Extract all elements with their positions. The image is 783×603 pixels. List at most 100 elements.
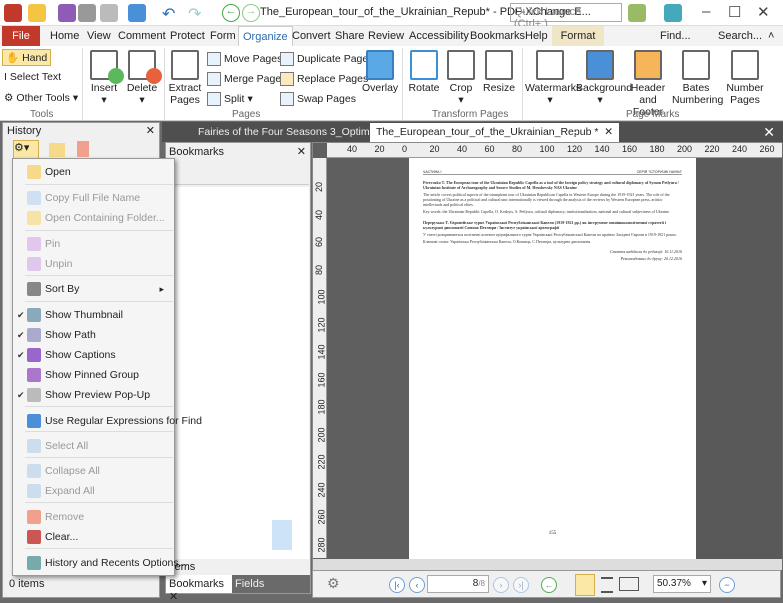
single-page-view-button[interactable] — [575, 574, 595, 596]
tab-accessibility[interactable]: Accessibility — [405, 26, 473, 46]
zoom-select[interactable]: 50.37% ▾ — [653, 575, 711, 593]
first-page-button[interactable]: |‹ — [389, 577, 405, 593]
ruler-tick-label: 200 — [317, 427, 327, 442]
delete-button[interactable]: Delete▾ — [124, 50, 160, 106]
email-icon[interactable] — [100, 4, 118, 22]
forward-icon[interactable]: → — [242, 4, 260, 22]
tab-format[interactable]: Format — [552, 26, 604, 46]
tab-organize[interactable]: Organize — [238, 26, 293, 46]
search-button[interactable]: Search... — [702, 26, 766, 46]
tab-form[interactable]: Form — [206, 26, 240, 46]
next-page-button[interactable]: › — [493, 577, 509, 593]
tab-share[interactable]: Share — [331, 26, 368, 46]
save-icon[interactable] — [58, 4, 76, 22]
previous-view-button[interactable]: ← — [541, 577, 557, 593]
menu-item-show-thumbnail[interactable]: ✔Show Thumbnail — [13, 305, 174, 325]
merge-pages-label: Merge Pages — [224, 73, 286, 85]
find-button[interactable]: Find... — [656, 26, 695, 46]
menu-item-icon — [27, 414, 41, 428]
replace-pages-button[interactable]: Replace Pages — [280, 72, 368, 86]
background-button[interactable]: Background▾ — [576, 50, 624, 106]
menu-item-show-path[interactable]: ✔Show Path — [13, 325, 174, 345]
menu-item-icon — [27, 388, 41, 402]
resize-button[interactable]: Resize — [483, 50, 515, 94]
tab-bookmarks[interactable]: Bookmarks — [466, 26, 529, 46]
tab-review[interactable]: Review — [364, 26, 408, 46]
menu-separator — [25, 548, 173, 549]
facing-view-button[interactable] — [619, 577, 639, 591]
move-pages-button[interactable]: Move Pages — [207, 52, 282, 66]
menu-item-collapse-all[interactable]: Collapse All — [13, 461, 174, 481]
tab-file[interactable]: File — [2, 26, 40, 46]
new-tab-icon[interactable]: + — [564, 123, 584, 142]
tab-convert[interactable]: Convert — [288, 26, 335, 46]
open-folder-icon[interactable] — [28, 4, 46, 22]
tab-fields-panel[interactable]: Fields — [232, 575, 310, 593]
ui-options-icon[interactable] — [628, 4, 646, 22]
menu-item-use-regular-expressions-for-find[interactable]: Use Regular Expressions for Find — [13, 411, 174, 431]
menu-item-icon — [27, 368, 41, 382]
close-window-button[interactable]: ✕ — [757, 3, 770, 21]
page-number-input[interactable]: 8/8 — [427, 575, 489, 593]
tab-bookmarks-panel[interactable]: Bookmarks ✕ — [166, 575, 232, 593]
menu-item-show-captions[interactable]: ✔Show Captions — [13, 345, 174, 365]
previous-page-button[interactable]: ‹ — [409, 577, 425, 593]
bates-numbering-button[interactable]: Bates Numbering — [672, 50, 720, 106]
header-footer-button[interactable]: Header and Footer — [624, 50, 672, 118]
horizontal-scrollbar[interactable] — [313, 559, 782, 570]
document-viewer[interactable]: 4020020406080100120140160180200220240260… — [312, 142, 781, 570]
history-options-button[interactable]: ⚙▾ — [13, 140, 39, 160]
quick-launch-input[interactable]: Quick Launch (Ctrl+.) — [510, 3, 622, 22]
menu-item-icon — [27, 328, 41, 342]
redo-icon[interactable]: ↷ — [188, 4, 206, 22]
gear-icon[interactable]: ⚙ — [327, 575, 340, 592]
menu-item-unpin[interactable]: Unpin — [13, 254, 174, 274]
crop-button[interactable]: Crop▾ — [446, 50, 476, 106]
close-document-icon[interactable]: ✕ — [757, 123, 781, 142]
menu-item-history-and-recents-options[interactable]: History and Recents Options... — [13, 553, 174, 573]
number-pages-button[interactable]: Number Pages — [724, 50, 766, 106]
minimize-button[interactable]: – — [702, 3, 710, 20]
split-button[interactable]: Split ▾ — [207, 92, 253, 106]
insert-button[interactable]: Insert▾ — [87, 50, 121, 106]
menu-item-select-all[interactable]: Select All — [13, 436, 174, 456]
menu-item-clear[interactable]: Clear... — [13, 527, 174, 547]
close-history-icon[interactable]: ✕ — [146, 124, 155, 137]
menu-item-sort-by[interactable]: Sort By▸ — [13, 279, 174, 299]
tab-home[interactable]: Home — [46, 26, 83, 46]
menu-item-open-containing-folder[interactable]: Open Containing Folder... — [13, 208, 174, 228]
overlay-button[interactable]: Overlay — [362, 50, 398, 94]
maximize-button[interactable]: ☐ — [728, 3, 741, 21]
menu-item-pin[interactable]: Pin — [13, 234, 174, 254]
hand-tool-button[interactable]: ✋Hand — [2, 49, 51, 66]
print-icon[interactable] — [78, 4, 96, 22]
continuous-view-button[interactable] — [601, 577, 613, 593]
last-page-button[interactable]: ›| — [513, 577, 529, 593]
zoom-out-button[interactable]: − — [719, 577, 735, 593]
menu-item-expand-all[interactable]: Expand All — [13, 481, 174, 501]
duplicate-pages-button[interactable]: Duplicate Pages — [280, 52, 373, 66]
back-icon[interactable]: ← — [222, 4, 240, 22]
undo-icon[interactable]: ↶ — [162, 4, 180, 22]
menu-item-open[interactable]: Open — [13, 162, 174, 182]
swap-pages-button[interactable]: Swap Pages — [280, 92, 356, 106]
menu-item-remove[interactable]: Remove — [13, 507, 174, 527]
menu-item-show-preview-pop-up[interactable]: ✔Show Preview Pop-Up — [13, 385, 174, 405]
other-tools-button[interactable]: ⚙Other Tools ▾ — [4, 92, 78, 104]
merge-pages-button[interactable]: Merge Pages — [207, 72, 286, 86]
close-bookmarks-icon[interactable]: ✕ — [297, 145, 306, 158]
watermarks-button[interactable]: Watermarks▾ — [525, 50, 575, 106]
extract-pages-button[interactable]: Extract Pages — [168, 50, 202, 106]
tab-comment[interactable]: Comment — [114, 26, 170, 46]
select-text-button[interactable]: ISelect Text — [4, 71, 61, 83]
fullscreen-icon[interactable] — [664, 4, 682, 22]
tab-view[interactable]: View — [83, 26, 115, 46]
rotate-button[interactable]: Rotate — [406, 50, 442, 94]
scan-icon[interactable] — [128, 4, 146, 22]
collapse-ribbon-icon[interactable]: ˄ — [764, 26, 778, 46]
menu-item-copy-full-file-name[interactable]: Copy Full File Name — [13, 188, 174, 208]
tab-protect[interactable]: Protect — [166, 26, 209, 46]
tab-help[interactable]: Help — [521, 26, 552, 46]
replace-pages-icon — [280, 72, 294, 86]
menu-item-show-pinned-group[interactable]: Show Pinned Group — [13, 365, 174, 385]
